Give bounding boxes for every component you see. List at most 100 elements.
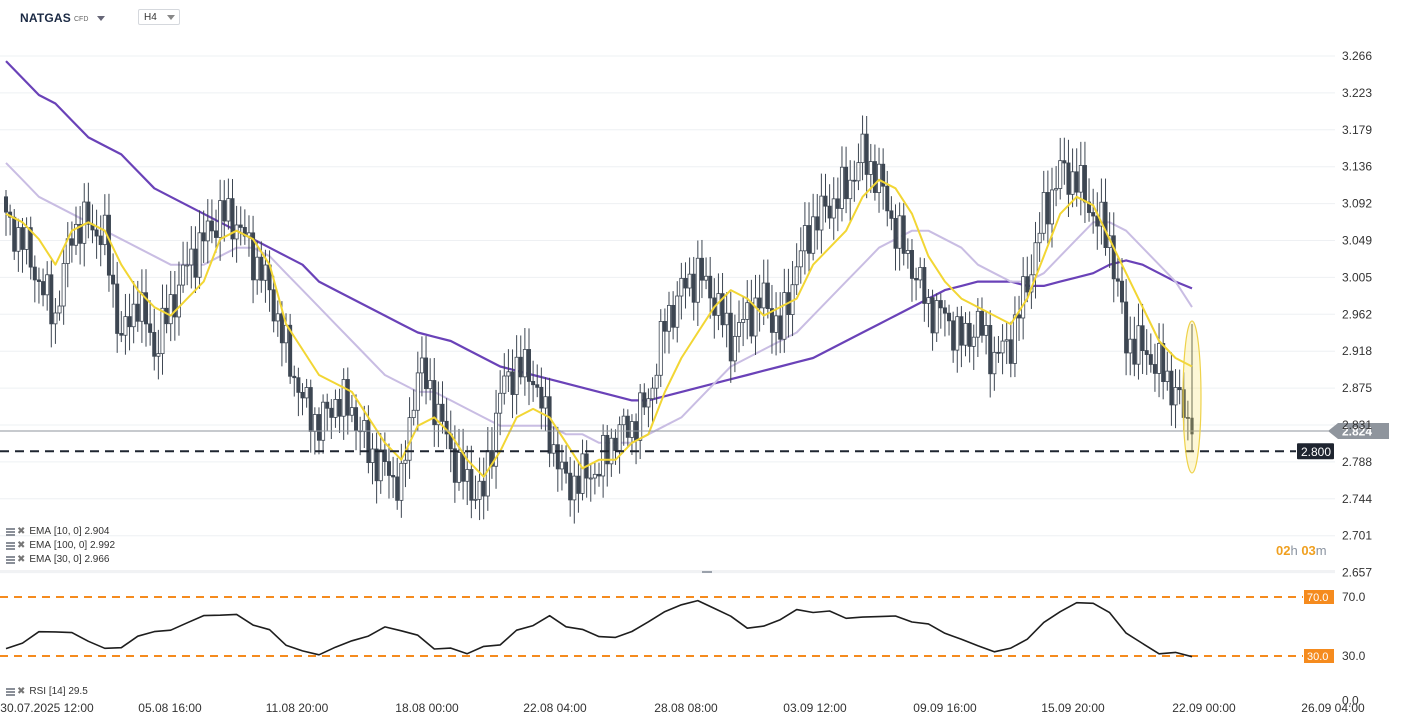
candle-body: [123, 316, 128, 336]
candle-body: [1008, 339, 1013, 364]
candle-body: [395, 476, 400, 501]
candle-body: [1049, 189, 1054, 225]
candle-body: [1161, 343, 1166, 382]
price-chart[interactable]: 2.8242.800 3.2663.2233.1793.1363.0923.04…: [0, 0, 1402, 725]
time-tick-label: 18.08 00:00: [395, 701, 459, 715]
candle-body: [214, 230, 219, 238]
candle-body: [1157, 343, 1162, 374]
candle-body: [905, 250, 910, 254]
candle-body: [642, 392, 647, 408]
symbol-type: CFD: [73, 16, 89, 23]
chevron-down-icon[interactable]: [97, 15, 106, 21]
timeframe-value: H4: [144, 11, 157, 23]
candle-body: [819, 195, 824, 231]
close-icon[interactable]: ✖: [17, 540, 25, 551]
candle-body: [926, 297, 931, 304]
candle-body: [341, 379, 346, 417]
candle-body: [69, 238, 74, 246]
candle-body: [1058, 160, 1063, 189]
candle-body: [938, 300, 943, 309]
candle-body: [592, 473, 597, 479]
candle-body: [1017, 314, 1022, 319]
menu-icon[interactable]: [6, 541, 15, 550]
candle-body: [1128, 338, 1133, 354]
candle-body: [514, 356, 519, 395]
legend-label: EMA: [29, 540, 52, 551]
candle-body: [564, 461, 569, 474]
candle-body: [794, 266, 799, 286]
candle-body: [572, 475, 577, 501]
candle-body: [226, 198, 231, 222]
candle-body: [621, 415, 626, 426]
price-tick-label: 3.136: [1342, 160, 1372, 174]
menu-icon[interactable]: [6, 555, 15, 564]
time-tick-label: 22.08 04:00: [523, 701, 587, 715]
candle-body: [160, 307, 165, 355]
candle-body: [469, 469, 474, 501]
close-icon[interactable]: ✖: [17, 686, 25, 697]
candle-body: [209, 220, 214, 232]
candle-body: [185, 264, 190, 267]
candle-body: [1012, 314, 1017, 364]
candle-body: [526, 349, 531, 382]
candle-body: [36, 279, 41, 282]
pane-resize-handle[interactable]: [702, 571, 712, 573]
rsi-level-label: 30.0: [1307, 651, 1328, 663]
candle-body: [823, 195, 828, 207]
price-tick-label: 3.049: [1342, 234, 1372, 248]
candle-body: [1091, 212, 1096, 217]
candle-body: [1132, 338, 1137, 365]
candle-body: [658, 321, 663, 376]
candle-body: [844, 166, 849, 200]
candle-body: [646, 398, 651, 408]
candle-body: [374, 448, 379, 482]
close-icon[interactable]: ✖: [17, 526, 25, 537]
candle-body: [325, 401, 330, 409]
candle-body: [24, 227, 29, 250]
candle-body: [1111, 235, 1116, 280]
price-tick-label: 2.788: [1342, 455, 1372, 469]
candle-body: [1070, 171, 1075, 195]
candle-body: [638, 392, 643, 441]
candle-body: [988, 325, 993, 375]
time-tick-label: 05.08 16:00: [138, 701, 202, 715]
legend-label: RSI: [29, 686, 47, 697]
candle-body: [588, 477, 593, 480]
candle-body: [156, 353, 161, 357]
candle-body: [1045, 192, 1050, 225]
candle-body: [597, 473, 602, 477]
candle-body: [1037, 232, 1042, 244]
candle-body: [625, 415, 630, 438]
candle-body: [399, 462, 404, 501]
candle-body: [979, 310, 984, 336]
candle-body: [942, 307, 947, 314]
menu-icon[interactable]: [6, 687, 15, 696]
candle-body: [753, 297, 758, 337]
legend-value: 2.992: [89, 540, 116, 551]
time-tick-label: 26.09 04:00: [1301, 701, 1365, 715]
candle-body: [415, 372, 420, 411]
candle-body: [349, 407, 354, 416]
candle-body: [1124, 301, 1129, 354]
candle-body: [1119, 280, 1124, 303]
candle-body: [1041, 192, 1046, 234]
candle-body: [971, 336, 976, 347]
price-tick-label: 2.657: [1342, 566, 1372, 580]
candle-body: [518, 356, 523, 378]
candle-body: [860, 133, 865, 164]
candle-body: [284, 324, 289, 344]
symbol-header[interactable]: NATGAS CFD: [20, 9, 106, 27]
candle-body: [930, 297, 935, 334]
timeframe-select[interactable]: H4: [138, 9, 180, 25]
menu-icon[interactable]: [6, 527, 15, 536]
candle-body: [473, 498, 478, 501]
close-icon[interactable]: ✖: [17, 554, 25, 565]
candle-body: [679, 277, 684, 297]
candle-body: [498, 392, 503, 414]
candle-body: [782, 292, 787, 340]
time-tick-label: 11.08 20:00: [266, 701, 329, 715]
candle-body: [82, 201, 87, 244]
candle-body: [1152, 364, 1157, 374]
legend-value: 2.904: [84, 526, 110, 537]
candle-body: [502, 375, 507, 394]
